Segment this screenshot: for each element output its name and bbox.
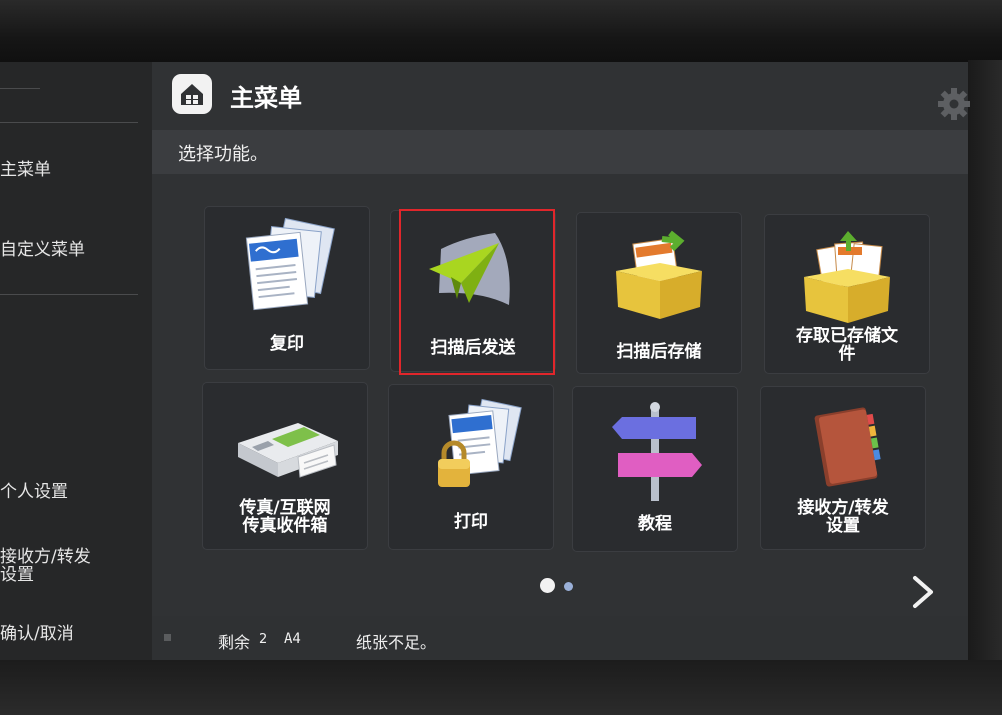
- paper-size: A4: [284, 631, 301, 647]
- sidebar: 主菜单 自定义菜单 个人设置 接收方/转发 设置 确认/取消: [0, 62, 152, 660]
- tile-destination-forwarding[interactable]: 接收方/转发 设置: [760, 386, 926, 550]
- signpost-icon: [598, 397, 714, 501]
- tile-label: 接收方/转发 设置: [797, 498, 889, 536]
- stored-files-box-icon: [790, 225, 906, 329]
- tile-label: 教程: [638, 514, 672, 534]
- tile-label: 复印: [270, 334, 304, 354]
- tile-fax-inbox[interactable]: 传真/互联网 传真收件箱: [202, 382, 368, 550]
- header: 主菜单: [152, 62, 970, 124]
- next-page-arrow-icon[interactable]: [905, 572, 941, 612]
- tile-tutorial[interactable]: 教程: [572, 386, 738, 552]
- tile-label: 扫描后存储: [616, 342, 702, 362]
- sidebar-item-personal-settings[interactable]: 个人设置: [0, 482, 150, 502]
- copy-documents-icon: [230, 217, 346, 321]
- device-bezel-bottom: [0, 660, 1002, 715]
- instruction-text: 选择功能。: [178, 144, 268, 165]
- status-message: 纸张不足。: [356, 633, 437, 652]
- sidebar-divider: [0, 122, 138, 123]
- remaining-label: 剩余: [218, 633, 251, 652]
- fax-machine-icon: [228, 393, 344, 497]
- tile-label: 打印: [454, 512, 488, 532]
- main-screen: 主菜单 选择功能。 复印 扫描后发送 扫描后存储 存取已存储文 件 传真/互联网…: [152, 62, 970, 660]
- home-icon[interactable]: [172, 74, 212, 114]
- sidebar-item-main-menu[interactable]: 主菜单: [0, 160, 150, 180]
- device-bezel-right: [968, 60, 1002, 680]
- tile-copy[interactable]: 复印: [204, 206, 370, 370]
- storage-box-icon: [602, 223, 718, 327]
- page-title: 主菜单: [230, 84, 302, 112]
- gear-icon[interactable]: [936, 86, 972, 122]
- tile-label: 扫描后发送: [430, 338, 516, 358]
- sidebar-item-custom-menu[interactable]: 自定义菜单: [0, 240, 150, 260]
- tile-scan-and-store[interactable]: 扫描后存储: [576, 212, 742, 374]
- tile-print[interactable]: 打印: [388, 384, 554, 550]
- status-bar: 剩余 2 A4 纸张不足。: [152, 616, 968, 660]
- tile-label: 存取已存储文 件: [796, 326, 898, 364]
- tile-label: 传真/互联网 传真收件箱: [239, 498, 331, 536]
- sidebar-item-confirm-cancel[interactable]: 确认/取消: [0, 624, 150, 644]
- tile-access-stored-files[interactable]: 存取已存储文 件: [764, 214, 930, 374]
- paper-plane-icon: [411, 219, 527, 323]
- tile-scan-and-send[interactable]: 扫描后发送: [390, 210, 556, 372]
- page-dot-active[interactable]: [540, 578, 555, 593]
- sidebar-divider: [0, 88, 40, 89]
- status-square-icon: [164, 634, 171, 641]
- sidebar-item-destination-forwarding[interactable]: 接收方/转发 设置: [0, 548, 150, 584]
- device-bezel-top: [0, 0, 1002, 70]
- sidebar-divider: [0, 294, 138, 295]
- secure-print-icon: [414, 395, 530, 499]
- page-dot[interactable]: [564, 582, 573, 591]
- address-book-icon: [786, 397, 902, 501]
- instruction-bar: 选择功能。: [152, 130, 968, 174]
- remaining-count: 2: [259, 632, 268, 647]
